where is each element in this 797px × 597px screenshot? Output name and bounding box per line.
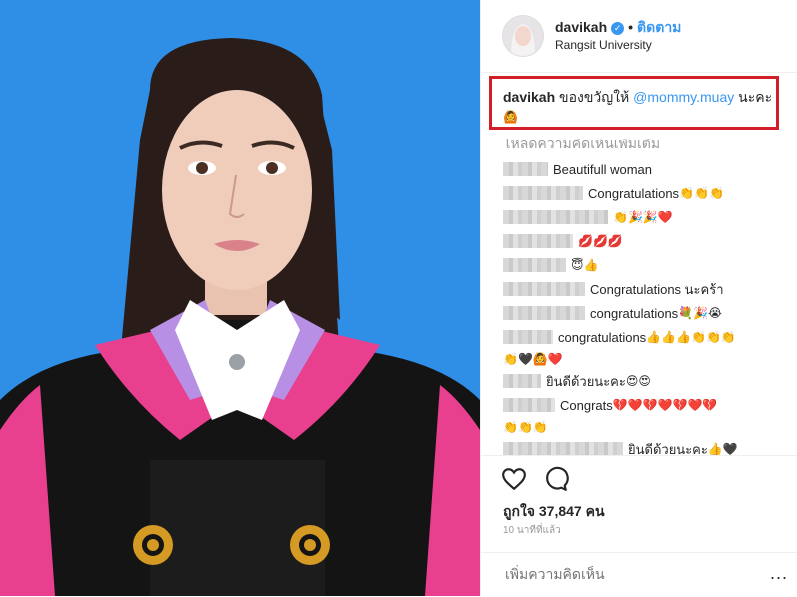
comment-emoji: 💔❤️💔❤️💔❤️💔 bbox=[612, 397, 718, 412]
blurred-username[interactable] bbox=[503, 282, 585, 296]
blurred-username[interactable] bbox=[503, 210, 608, 224]
comment-row: ยินดีด้วยนะคะ 😍😍 bbox=[503, 369, 788, 393]
avatar-image bbox=[503, 16, 543, 56]
blurred-username[interactable] bbox=[503, 374, 541, 388]
comment-row: congratulations 👍👍👍👏👏👏 bbox=[503, 325, 788, 349]
blurred-username[interactable] bbox=[503, 234, 573, 248]
post-photo[interactable] bbox=[0, 0, 480, 596]
comment-emoji: 👏👏👏 bbox=[679, 185, 724, 200]
comment-row-continued: 👏👏👏 bbox=[503, 417, 788, 437]
add-comment-row: ... bbox=[481, 552, 797, 597]
post-timestamp: 10 นาทีที่แล้ว bbox=[503, 525, 561, 536]
post-sidebar: davikah ✓ • ติดตาม Rangsit University davik… bbox=[480, 0, 797, 596]
post-caption: davikah ของขวัญให้ @mommy.muay นะคะ 🙆 bbox=[503, 88, 773, 127]
comment-text: congratulations bbox=[558, 329, 647, 345]
caption-emoji: 🙆 bbox=[503, 110, 518, 124]
blurred-username[interactable] bbox=[503, 258, 566, 272]
location-link[interactable]: Rangsit University bbox=[555, 38, 652, 52]
comment-row: Congratulations นะคร้า bbox=[503, 277, 788, 301]
heart-icon[interactable] bbox=[501, 466, 527, 492]
comment-text: congratulations bbox=[590, 305, 679, 321]
more-options-button[interactable]: ... bbox=[770, 563, 788, 584]
comment-row: congratulations 💐🎉😭 bbox=[503, 301, 788, 325]
blurred-username[interactable] bbox=[503, 186, 583, 200]
comment-emoji: 👍👍👍👏👏👏 bbox=[646, 329, 736, 344]
comment-row: 💋💋💋 bbox=[503, 229, 788, 253]
avatar[interactable] bbox=[502, 15, 544, 57]
comment-emoji: 💐🎉😭 bbox=[678, 305, 723, 320]
blurred-username[interactable] bbox=[503, 330, 553, 344]
add-comment-input[interactable] bbox=[503, 565, 737, 583]
comment-emoji: 👏🎉🎉❤️ bbox=[613, 209, 673, 224]
comment-row: Congrats 💔❤️💔❤️💔❤️💔 bbox=[503, 393, 788, 417]
comment-emoji: 👏👏👏 bbox=[503, 419, 548, 434]
comment-text: Beautifull woman bbox=[553, 161, 652, 177]
post-author: davikah ✓ • ติดตาม bbox=[555, 17, 681, 39]
verified-badge-icon: ✓ bbox=[611, 22, 625, 35]
comment-emoji: 😍😍 bbox=[625, 373, 651, 388]
post-header: davikah ✓ • ติดตาม Rangsit University bbox=[481, 0, 797, 73]
comment-emoji: 😇👍 bbox=[571, 257, 599, 272]
caption-text: ของขวัญให้ bbox=[559, 89, 630, 105]
blurred-username[interactable] bbox=[503, 162, 548, 176]
caption-username[interactable]: davikah bbox=[503, 89, 555, 105]
follow-button[interactable]: ติดตาม bbox=[637, 19, 681, 35]
comment-emoji: 👏🖤🙆❤️ bbox=[503, 351, 563, 366]
comment-row: Congratulations 👏👏👏 bbox=[503, 181, 788, 205]
comment-emoji: 💋💋💋 bbox=[578, 233, 623, 248]
caption-mention[interactable]: @mommy.muay bbox=[633, 89, 734, 105]
comment-row: Beautifull woman bbox=[503, 157, 788, 181]
comment-text: Congrats bbox=[560, 397, 613, 413]
instagram-post: davikah ✓ • ติดตาม Rangsit University davik… bbox=[0, 0, 797, 596]
username-link[interactable]: davikah bbox=[555, 19, 607, 35]
comment-icon[interactable] bbox=[543, 466, 569, 492]
blurred-username[interactable] bbox=[503, 442, 623, 456]
comment-text: Congratulations นะคร้า bbox=[590, 281, 724, 297]
comment-row: 👏🎉🎉❤️ bbox=[503, 205, 788, 229]
separator-dot: • bbox=[628, 19, 634, 35]
blurred-username[interactable] bbox=[503, 398, 555, 412]
comment-text: Congratulations bbox=[588, 185, 680, 201]
comment-row: 😇👍 bbox=[503, 253, 788, 277]
comment-text: ยินดีด้วยนะคะ bbox=[546, 373, 626, 389]
load-more-comments-link[interactable]: โหลดความคิดเห็นเพิ่มเติม bbox=[503, 139, 660, 155]
comments-list: Beautifull woman Congratulations 👏👏👏 👏🎉🎉❤… bbox=[503, 157, 788, 461]
comment-row-continued: 👏🖤🙆❤️ bbox=[503, 349, 788, 369]
graduation-portrait-image bbox=[0, 0, 480, 596]
likes-count[interactable]: ถูกใจ 37,847 คน bbox=[503, 501, 605, 523]
blurred-username[interactable] bbox=[503, 306, 585, 320]
caption-suffix: นะคะ bbox=[738, 89, 773, 105]
